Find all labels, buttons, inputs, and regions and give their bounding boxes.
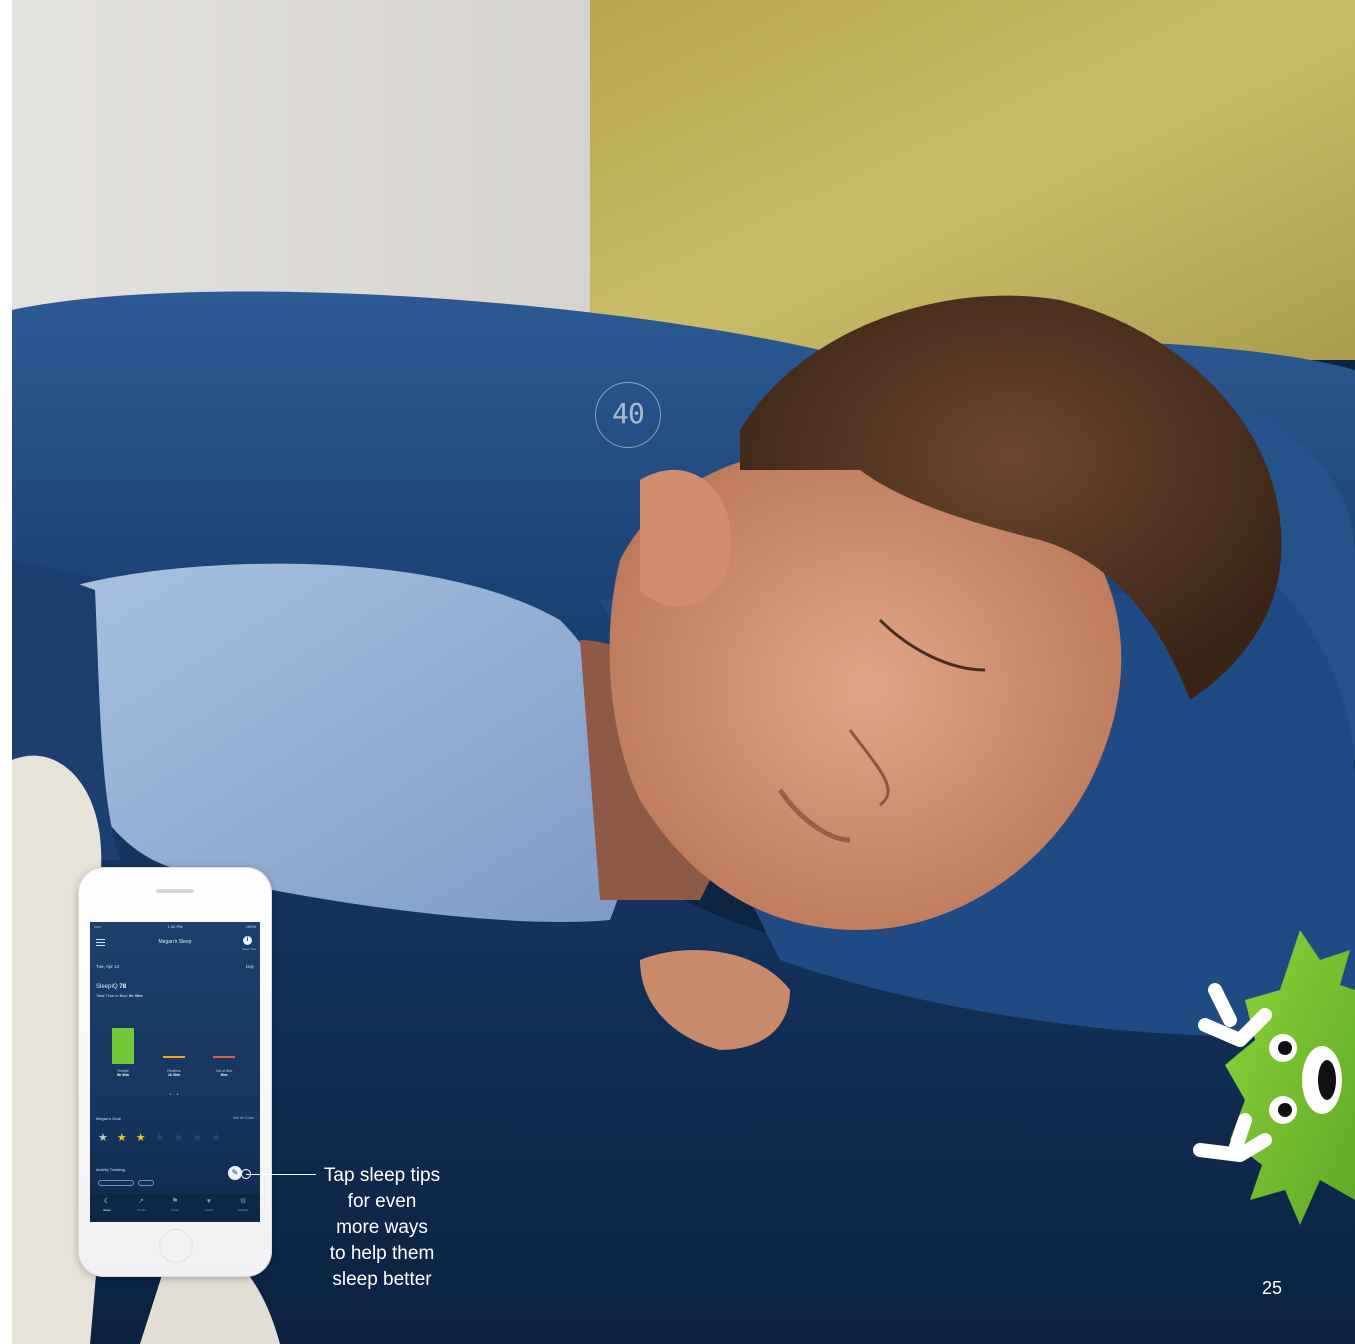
- app-title: Megan's Sleep: [158, 939, 192, 945]
- phone-speaker: [156, 889, 194, 893]
- sleep-tips-callout: Tap sleep tips for even more ways to hel…: [300, 1163, 464, 1293]
- tab-health[interactable]: ♥ Health: [192, 1194, 226, 1222]
- restful-bar: [112, 1028, 134, 1064]
- bed-display-number: 40: [595, 382, 661, 448]
- sleepiq-score: SleepIQ 78: [96, 984, 127, 990]
- sleep-tips-button[interactable]: ✎: [228, 1166, 242, 1180]
- callout-line-2: for even: [347, 1191, 417, 1212]
- out-of-bed-label: Out of Bed 30m: [215, 1069, 233, 1077]
- day-view-toggle[interactable]: Day: [246, 964, 254, 969]
- callout-line-4: to help them: [329, 1243, 435, 1264]
- goal-stars: ★★★★★★★: [98, 1131, 230, 1144]
- status-bar: ••••• 1:32 PM 100%: [90, 924, 260, 932]
- callout-line-3: more ways: [336, 1217, 428, 1238]
- info-label: Sleep Tips: [241, 947, 256, 951]
- page-dots: • •: [169, 1092, 181, 1098]
- star-icon: ★: [98, 1132, 117, 1144]
- phone-mockup: ••••• 1:32 PM 100% Megan's Sleep i Sleep…: [78, 867, 272, 1277]
- tab-goals[interactable]: ⚑ Goals: [158, 1194, 192, 1222]
- tab-sleep[interactable]: ☾ Sleep: [90, 1194, 124, 1222]
- star-icon: ★: [135, 1132, 155, 1144]
- home-button: [159, 1229, 193, 1263]
- star-icon: ★: [116, 1132, 136, 1144]
- tab-bar: ☾ Sleep ↗ Trends ⚑ Goals ♥ Health ⚙ Settings: [90, 1194, 260, 1222]
- goal-title: Megan's Goal: [96, 1116, 121, 1121]
- tab-trends[interactable]: ↗ Trends: [124, 1194, 158, 1222]
- out-of-bed-bar: [213, 1056, 235, 1058]
- callout-line-1: Tap sleep tips: [323, 1165, 441, 1186]
- see-all-goals-link[interactable]: See All Goals: [233, 1116, 254, 1120]
- callout-line-5: sleep better: [332, 1269, 432, 1290]
- status-time: 1:32 PM: [167, 924, 183, 929]
- date-label: Tue, Apr 14: [96, 964, 120, 969]
- total-time: Total Time in Bed: 9h 00m: [96, 993, 143, 998]
- activity-title: Activity Tracking: [96, 1167, 125, 1172]
- activity-pill[interactable]: [138, 1180, 154, 1186]
- activity-pill[interactable]: [98, 1180, 134, 1186]
- restful-label: Restful 8h 30m: [116, 1069, 130, 1077]
- tab-settings[interactable]: ⚙ Settings: [226, 1194, 260, 1222]
- sleep-app-screen: ••••• 1:32 PM 100% Megan's Sleep i Sleep…: [90, 922, 260, 1222]
- star-icon: ★★★★: [154, 1132, 231, 1144]
- page-number: 25: [1262, 1278, 1283, 1298]
- restless-label: Restless 1h 00m: [167, 1069, 181, 1077]
- restless-bar: [163, 1056, 185, 1058]
- info-icon[interactable]: i: [243, 936, 252, 945]
- status-battery: 100%: [245, 924, 256, 929]
